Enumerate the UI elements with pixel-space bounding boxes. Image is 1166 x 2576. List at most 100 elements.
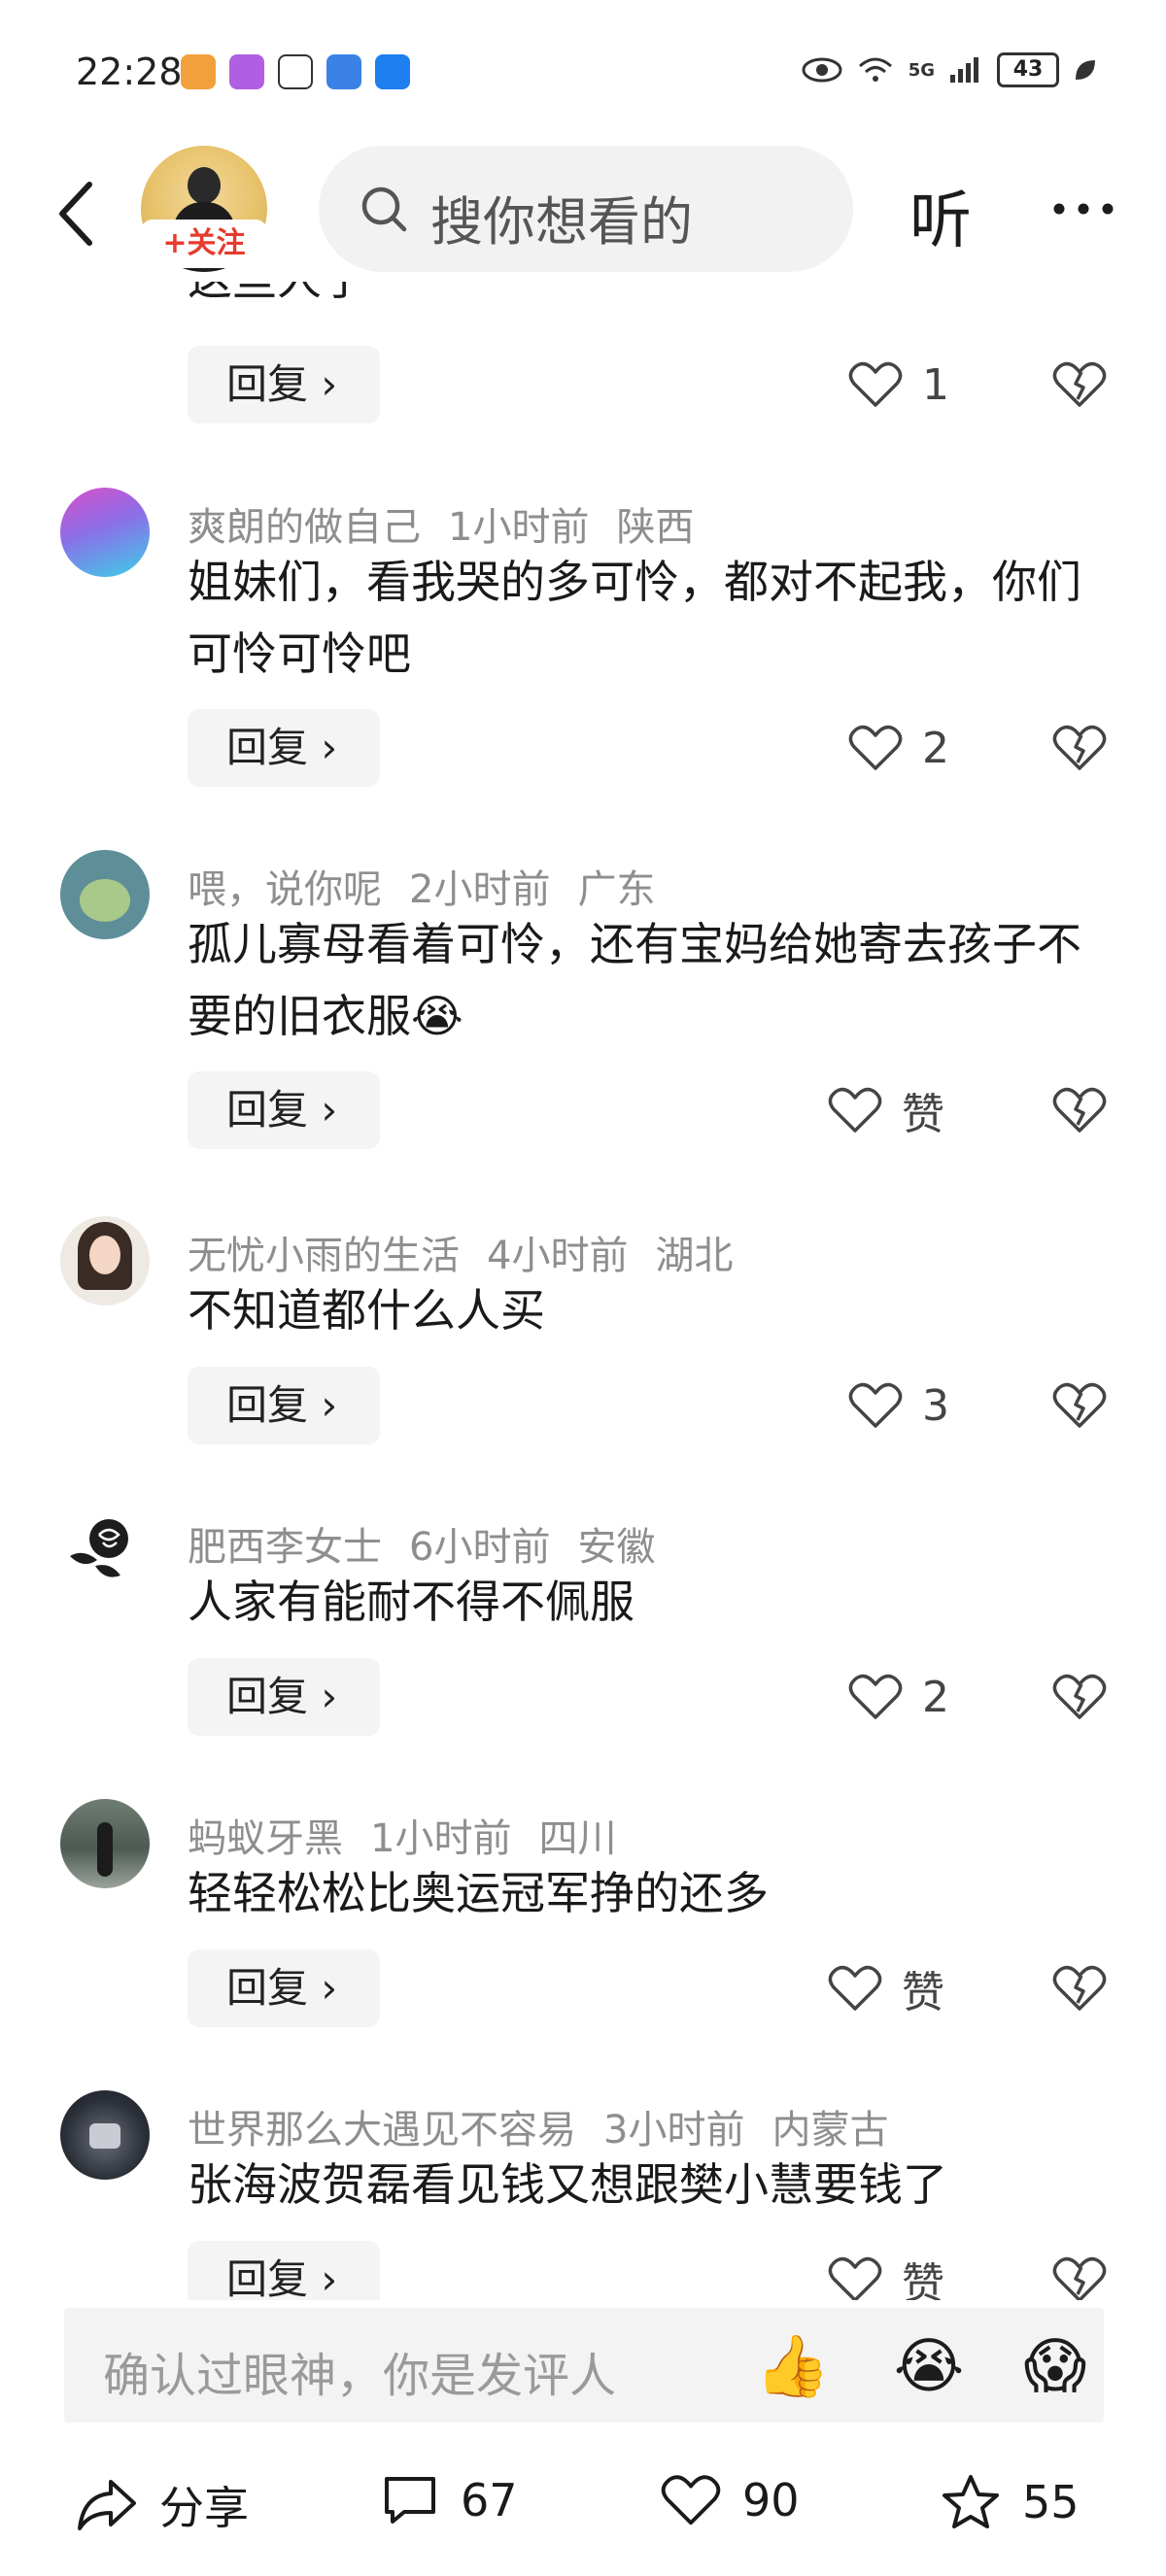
comment-meta: 蚂蚁牙黑 1小时前 四川 <box>188 1807 643 1863</box>
username[interactable]: 无忧小雨的生活 <box>188 1234 460 1278</box>
username[interactable]: 世界那么大遇见不容易 <box>188 2108 576 2152</box>
heart-icon <box>848 361 903 407</box>
like-button[interactable]: 赞 <box>828 1949 944 2027</box>
heart-icon <box>661 2475 721 2525</box>
favorite-count: 55 <box>1022 2476 1080 2528</box>
eye-icon <box>802 57 842 83</box>
comment-region: 陕西 <box>616 505 695 550</box>
dislike-button[interactable] <box>1052 1071 1107 1149</box>
dislike-button[interactable] <box>1052 2241 1107 2300</box>
dislike-button[interactable] <box>1052 346 1107 424</box>
user-avatar[interactable] <box>60 2090 150 2180</box>
back-button[interactable] <box>49 175 107 253</box>
thumbs-up-emoji-button[interactable]: 👍 <box>754 2327 832 2405</box>
username[interactable]: 爽朗的做自己 <box>188 505 421 550</box>
comment-input-placeholder: 确认过眼神，你是发评人 <box>103 2349 617 2403</box>
wifi-icon <box>858 57 892 82</box>
comment-text: 人家有能耐不得不佩服 <box>188 1576 634 1628</box>
broken-heart-icon <box>1052 2256 1107 2300</box>
more-dots-icon <box>1053 203 1114 215</box>
comment-text: 轻轻松松比奥运冠军挣的还多 <box>188 1867 769 1919</box>
status-time: 22:28 <box>76 51 183 93</box>
comment-count-button[interactable]: 67 <box>381 2473 518 2527</box>
comment-time: 1小时前 <box>370 1816 512 1861</box>
like-count: 3 <box>922 1380 949 1431</box>
heart-icon <box>828 1965 882 2011</box>
share-button[interactable]: 分享 <box>76 2473 249 2537</box>
broken-heart-icon <box>1052 1382 1107 1428</box>
app-notification-icon-1 <box>181 54 216 89</box>
comment-meta: 喂，说你呢 2小时前 广东 <box>188 858 682 914</box>
comment-region: 安徽 <box>577 1525 656 1570</box>
username[interactable]: 喂，说你呢 <box>188 867 382 912</box>
heart-icon <box>848 1382 903 1428</box>
avatar-person <box>97 1822 113 1877</box>
comment-text: 孤儿寡母看着可怜，还有宝妈给她寄去孩子不要的旧衣服😭 <box>188 918 1081 1042</box>
comment-region: 四川 <box>538 1816 617 1861</box>
status-bar: 22:28 5G 43 <box>0 0 1166 146</box>
comment-count: 67 <box>461 2474 518 2526</box>
dislike-button[interactable] <box>1052 1658 1107 1736</box>
like-button[interactable]: 赞 <box>828 2241 944 2300</box>
broken-heart-icon <box>1052 1674 1107 1719</box>
user-avatar[interactable] <box>60 1799 150 1888</box>
comment-time: 2小时前 <box>409 867 551 912</box>
like-count: 1 <box>922 359 949 410</box>
crying-emoji-button[interactable]: 😭 <box>890 2327 968 2405</box>
wechat-icon <box>278 54 313 89</box>
username[interactable]: 蚂蚁牙黑 <box>188 1816 343 1861</box>
star-icon <box>943 2475 999 2528</box>
reply-button[interactable]: 回复 › <box>188 1071 380 1149</box>
comment-text: 不知道都什么人买 <box>188 1284 545 1337</box>
follow-button[interactable]: +关注 <box>143 221 265 266</box>
broken-heart-icon <box>1052 1087 1107 1133</box>
dislike-button[interactable] <box>1052 709 1107 787</box>
like-post-button[interactable]: 90 <box>661 2473 800 2527</box>
rose-icon <box>70 1519 128 1577</box>
chevron-left-icon <box>59 182 92 246</box>
search-input[interactable]: 搜你想看的 <box>319 146 853 272</box>
user-avatar[interactable] <box>60 1508 150 1597</box>
like-button[interactable]: 2 <box>848 1658 949 1736</box>
dislike-button[interactable] <box>1052 1949 1107 2027</box>
maps-app-icon <box>326 54 361 89</box>
comment-time: 3小时前 <box>603 2108 745 2152</box>
comment-list[interactable]: 这些人了 回复 › 1 爽朗的做自己1小时前陕西 姐妹们，看我哭的多可怜，都对不… <box>0 282 1166 2300</box>
reply-button[interactable]: 回复 › <box>188 709 380 787</box>
reply-button[interactable]: 回复 › <box>188 346 380 424</box>
like-button[interactable]: 3 <box>848 1367 949 1444</box>
more-options-button[interactable] <box>1049 185 1117 233</box>
share-label: 分享 <box>159 2482 249 2534</box>
listen-button[interactable]: 听 <box>909 171 972 260</box>
user-avatar[interactable] <box>60 850 150 939</box>
reply-button[interactable]: 回复 › <box>188 2241 380 2300</box>
comment-time: 1小时前 <box>448 505 590 550</box>
leaf-icon <box>1076 60 1095 80</box>
like-button[interactable]: 1 <box>848 346 949 424</box>
comment-item: 世界那么大遇见不容易 3小时前 内蒙古 张海波贺磊看见钱又想跟樊小慧要钱了 回复 ›… <box>0 2090 1166 2300</box>
user-avatar[interactable] <box>60 1216 150 1305</box>
favorite-button[interactable]: 55 <box>941 2473 1080 2531</box>
status-app-icons <box>181 54 410 89</box>
status-indicators: 5G 43 <box>802 52 1098 87</box>
reply-button[interactable]: 回复 › <box>188 1367 380 1444</box>
heart-icon <box>828 2256 882 2300</box>
reply-button[interactable]: 回复 › <box>188 1658 380 1736</box>
search-icon <box>361 186 407 232</box>
like-count: 赞 <box>902 2259 944 2300</box>
comment-input[interactable]: 确认过眼神，你是发评人 👍 😭 😱 <box>64 2308 1104 2423</box>
like-button[interactable]: 2 <box>848 709 949 787</box>
comment-time: 4小时前 <box>487 1234 629 1278</box>
alipay-icon <box>375 54 410 89</box>
scared-emoji-button[interactable]: 😱 <box>1016 2327 1094 2405</box>
broken-heart-icon <box>1052 1965 1107 2011</box>
share-icon <box>78 2480 136 2530</box>
reply-button[interactable]: 回复 › <box>188 1949 380 2027</box>
username[interactable]: 肥西李女士 <box>188 1525 382 1570</box>
comment-item: 喂，说你呢 2小时前 广东 孤儿寡母看着可怜，还有宝妈给她寄去孩子不要的旧衣服😭 回… <box>0 850 1166 1149</box>
like-button[interactable]: 赞 <box>828 1071 944 1149</box>
user-avatar[interactable] <box>60 488 150 577</box>
like-count: 2 <box>922 723 949 773</box>
header: +关注 搜你想看的 听 <box>0 146 1166 282</box>
dislike-button[interactable] <box>1052 1367 1107 1444</box>
